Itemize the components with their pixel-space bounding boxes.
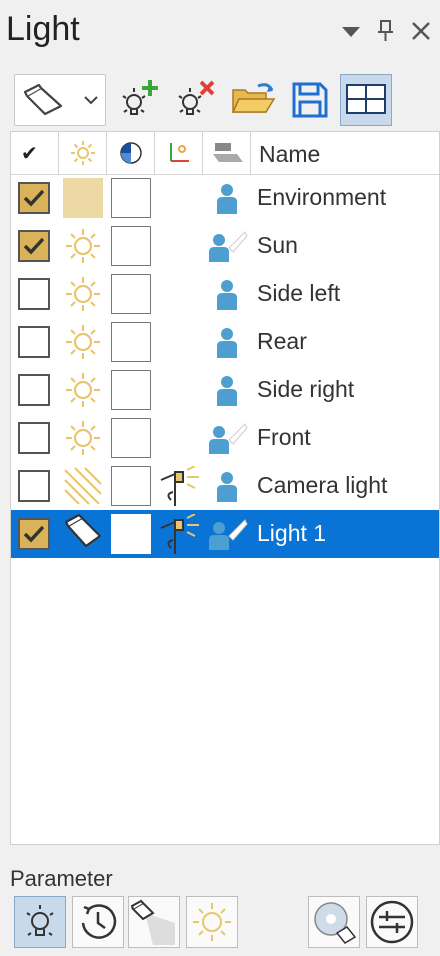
- table-row[interactable]: Environment: [11, 174, 439, 223]
- header-type[interactable]: [59, 132, 107, 174]
- sun-icon: [64, 323, 102, 366]
- spotlight-icon: [64, 513, 104, 559]
- chevron-down-icon: [83, 93, 99, 111]
- light-color-swatch[interactable]: [111, 322, 151, 362]
- axis-icon: [165, 139, 193, 172]
- enabled-checkbox[interactable]: [18, 422, 50, 454]
- layout-grid-icon: [341, 84, 391, 129]
- pin-icon[interactable]: [373, 18, 399, 44]
- table-row[interactable]: Sun: [11, 222, 439, 270]
- panel-titlebar: Light: [0, 0, 440, 62]
- material-light-button[interactable]: [308, 896, 360, 948]
- light-position-icon: [157, 513, 203, 559]
- light-color-swatch[interactable]: [111, 370, 151, 410]
- header-color[interactable]: [107, 132, 155, 174]
- add-light-button[interactable]: [112, 74, 164, 126]
- person-icon: [213, 324, 241, 365]
- light-position-icon: [157, 465, 203, 511]
- light-name: Light 1: [257, 520, 327, 546]
- sun-button[interactable]: [186, 896, 238, 948]
- person-lit-icon: [207, 516, 249, 557]
- adjust-sliders-icon: [367, 900, 417, 951]
- person-icon: [213, 276, 241, 317]
- header-enabled[interactable]: ✔: [11, 132, 59, 174]
- light-type-dropdown[interactable]: [14, 74, 106, 126]
- sun-icon: [64, 275, 102, 318]
- person-icon: [213, 180, 241, 221]
- sun-icon: [64, 371, 102, 414]
- delete-light-button[interactable]: [170, 74, 222, 126]
- enabled-checkbox[interactable]: [18, 230, 50, 262]
- clock-icon: [73, 904, 123, 951]
- light-color-swatch[interactable]: [111, 226, 151, 266]
- light-color-swatch[interactable]: [111, 178, 151, 218]
- light-name: Environment: [257, 184, 387, 210]
- table-row[interactable]: Side left: [11, 270, 439, 318]
- light-color-swatch[interactable]: [111, 466, 151, 506]
- sun-icon: [64, 227, 102, 270]
- header-position[interactable]: [155, 132, 203, 174]
- header-shadow[interactable]: [203, 132, 251, 174]
- person-lit-icon: [207, 228, 249, 269]
- lights-table: ✔ Name Environment Sun Side left Rear Side r…: [10, 131, 440, 845]
- enabled-checkbox[interactable]: [18, 518, 50, 550]
- person-icon: [213, 468, 241, 509]
- light-name: Side left: [257, 280, 341, 306]
- save-button[interactable]: [284, 74, 336, 126]
- open-button[interactable]: [228, 74, 280, 126]
- header-enabled-label: ✔: [21, 143, 38, 165]
- layout-toggle-button[interactable]: [340, 74, 392, 126]
- light-name: Front: [257, 424, 311, 450]
- environment-light-icon: [63, 178, 103, 223]
- header-name[interactable]: Name: [259, 141, 320, 168]
- table-row[interactable]: Camera light: [11, 462, 439, 511]
- light-color-swatch[interactable]: [111, 418, 151, 458]
- save-icon: [284, 82, 336, 130]
- spot-cone-button[interactable]: [128, 896, 180, 948]
- enabled-checkbox[interactable]: [18, 278, 50, 310]
- bulb-icon: [15, 905, 65, 951]
- light-name: Camera light: [257, 472, 388, 498]
- open-folder-icon: [228, 83, 280, 130]
- parameter-label: Parameter: [10, 866, 113, 891]
- light-toolbar: [0, 72, 440, 128]
- table-row[interactable]: Front: [11, 414, 439, 462]
- add-light-icon: [112, 80, 164, 130]
- light-name: Sun: [257, 232, 298, 258]
- person-icon: [213, 372, 241, 413]
- shadow-icon: [211, 140, 245, 171]
- directional-light-icon: [63, 466, 103, 511]
- enabled-checkbox[interactable]: [18, 326, 50, 358]
- color-wheel-icon: [119, 141, 143, 170]
- table-header: ✔ Name: [11, 132, 439, 175]
- person-lit-icon: [207, 420, 249, 461]
- material-light-icon: [309, 902, 359, 951]
- table-row[interactable]: Light 1: [11, 510, 439, 559]
- spot-cone-icon: [129, 899, 179, 951]
- sun-icon: [187, 903, 237, 951]
- light-color-swatch[interactable]: [111, 514, 151, 554]
- light-color-swatch[interactable]: [111, 274, 151, 314]
- sun-icon: [69, 139, 97, 172]
- delete-light-icon: [170, 80, 222, 130]
- clock-button[interactable]: [72, 896, 124, 948]
- bulb-button[interactable]: [14, 896, 66, 948]
- dropdown-arrow-icon[interactable]: [338, 18, 364, 44]
- enabled-checkbox[interactable]: [18, 470, 50, 502]
- close-icon[interactable]: [408, 18, 434, 44]
- panel-title: Light: [6, 10, 80, 48]
- light-name: Rear: [257, 328, 307, 354]
- enabled-checkbox[interactable]: [18, 182, 50, 214]
- spotlight-icon: [23, 83, 65, 123]
- light-name: Side right: [257, 376, 355, 402]
- table-row[interactable]: Side right: [11, 366, 439, 414]
- sun-icon: [64, 419, 102, 462]
- adjust-sliders-button[interactable]: [366, 896, 418, 948]
- enabled-checkbox[interactable]: [18, 374, 50, 406]
- table-row[interactable]: Rear: [11, 318, 439, 366]
